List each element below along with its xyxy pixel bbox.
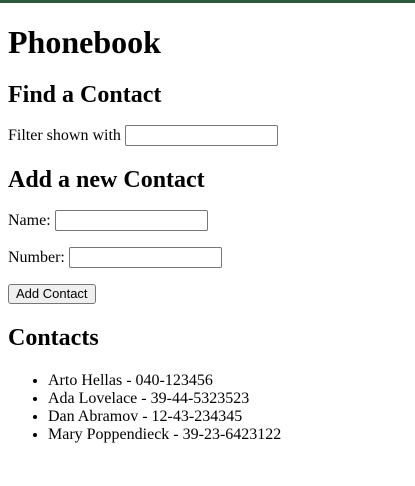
contact-item: Ada Lovelace - 39-44-5323523 (48, 390, 408, 408)
filter-row: Filter shown with (8, 125, 408, 146)
contact-item: Dan Abramov - 12-43-234345 (48, 408, 408, 426)
main-content: Phonebook Find a Contact Filter shown wi… (8, 3, 408, 444)
filter-input[interactable] (124, 125, 278, 146)
filter-label: Filter shown with (8, 126, 121, 144)
add-contact-heading: Add a new Contact (8, 167, 205, 193)
add-contact-button[interactable]: Add Contact (8, 284, 96, 304)
page-title: Phonebook (8, 24, 161, 60)
contacts-list: Arto Hellas - 040-123456 Ada Lovelace - … (8, 372, 408, 444)
name-input[interactable] (54, 210, 208, 231)
contact-item: Arto Hellas - 040-123456 (48, 372, 408, 390)
submit-row: Add Contact (8, 284, 408, 304)
contacts-heading: Contacts (8, 325, 99, 351)
name-row: Name: (8, 210, 408, 231)
find-contact-heading: Find a Contact (8, 82, 162, 108)
number-row: Number: (8, 247, 408, 268)
add-contact-form: Name: Number: Add Contact (8, 210, 408, 304)
number-input[interactable] (68, 247, 222, 268)
contact-item: Mary Poppendieck - 39-23-6423122 (48, 426, 408, 444)
name-label: Name: (8, 211, 51, 229)
number-label: Number: (8, 248, 65, 266)
